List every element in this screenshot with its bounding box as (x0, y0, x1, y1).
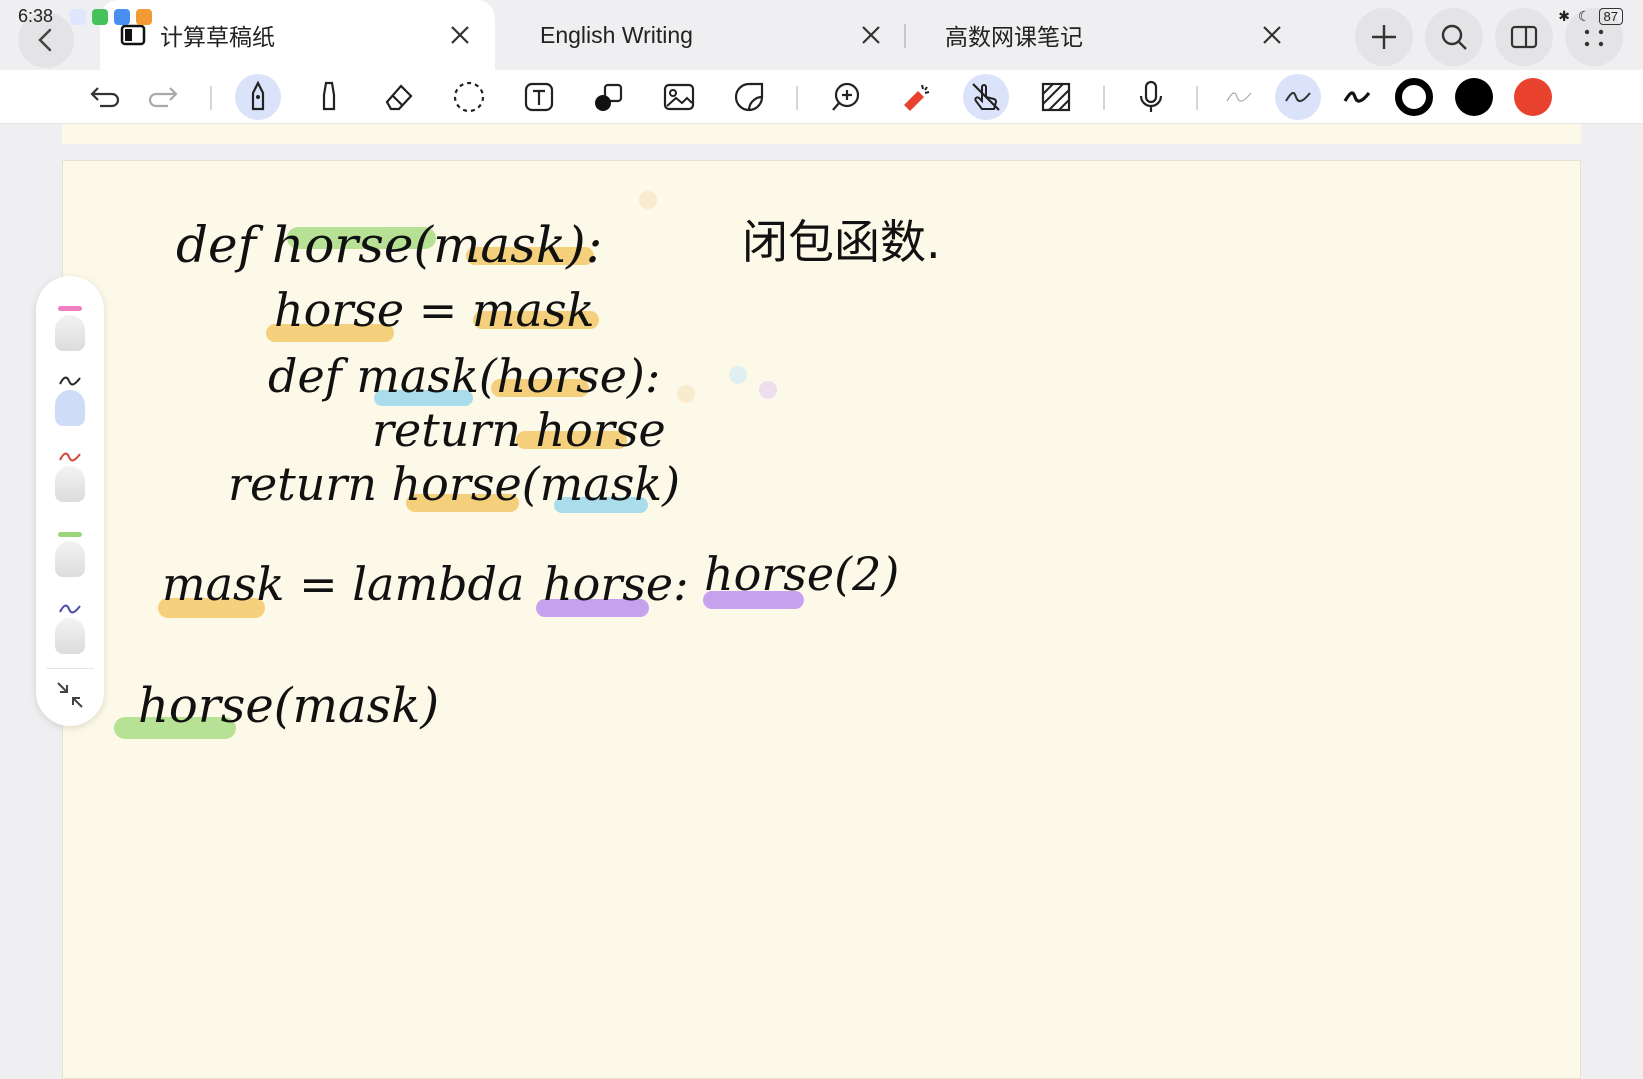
laser-pointer-icon (904, 84, 930, 111)
pen-icon (55, 618, 85, 654)
tab-label: 高数网课笔记 (945, 24, 1083, 50)
text-box-icon (524, 82, 554, 112)
toolbar-divider (796, 86, 798, 110)
hand-touch-icon (972, 83, 1000, 111)
image-icon (663, 83, 695, 111)
image-tool[interactable] (656, 74, 702, 120)
lasso-tool[interactable] (446, 74, 492, 120)
stroke-medium-icon (1285, 91, 1311, 103)
dock-divider (46, 668, 94, 669)
close-icon[interactable] (858, 22, 884, 48)
tab-label: English Writing (540, 21, 693, 48)
zoom-in-icon (832, 82, 860, 111)
tab-calculus-notes[interactable]: 高数网课笔记 (945, 0, 1285, 70)
toolbar-divider (1196, 86, 1198, 110)
notebook-icon (120, 24, 146, 46)
previous-page-edge (62, 124, 1581, 144)
highlighter-icon (55, 541, 85, 577)
zoom-tool[interactable] (823, 74, 869, 120)
eraser-tool[interactable] (376, 74, 422, 120)
stroke-thin[interactable] (1216, 74, 1262, 120)
stroke-sample-icon (59, 376, 81, 386)
undo-button[interactable] (82, 74, 128, 120)
toolbar-divider (210, 86, 212, 110)
pen-slot-purple-pen[interactable] (50, 604, 90, 658)
tab-divider (904, 24, 906, 48)
status-right: ✱ ☾ 87 (1558, 8, 1623, 25)
note-page[interactable] (62, 160, 1581, 1079)
play-icon (136, 9, 152, 25)
redo-icon (148, 87, 178, 108)
color-swatch-black[interactable] (1455, 78, 1493, 116)
pattern-icon (1041, 82, 1071, 112)
stroke-sample-icon (59, 452, 81, 462)
lasso-icon (453, 81, 485, 113)
collapse-dock-button[interactable] (55, 680, 85, 715)
moon-icon: ☾ (1577, 8, 1591, 24)
pen-icon (55, 466, 85, 502)
pattern-tool[interactable] (1033, 74, 1079, 120)
wechat-icon (92, 9, 108, 25)
pen-slot-pink-highlighter[interactable] (50, 306, 90, 360)
search-icon (1441, 24, 1467, 50)
chevron-left-icon (38, 28, 52, 52)
color-swatch-red[interactable] (1514, 78, 1552, 116)
pen-slot-green-highlighter[interactable] (50, 532, 90, 586)
undo-icon (90, 87, 120, 108)
pen-slot-black-pen[interactable] (50, 376, 90, 430)
status-app-icons (70, 9, 152, 25)
wifi-icon (114, 9, 130, 25)
record-audio-button[interactable] (1128, 74, 1174, 120)
toolbar-divider (1103, 86, 1105, 110)
pen-color-indicator (58, 306, 82, 311)
laser-pointer-tool[interactable] (893, 74, 939, 120)
tab-english-writing[interactable]: English Writing (540, 0, 880, 70)
touch-draw-toggle[interactable] (963, 74, 1009, 120)
shapes-tool[interactable] (586, 74, 632, 120)
search-button[interactable] (1425, 8, 1483, 66)
close-icon[interactable] (447, 22, 473, 48)
pen-icon (251, 81, 265, 111)
split-view-icon (1510, 25, 1538, 49)
close-icon[interactable] (1259, 22, 1285, 48)
status-time: 6:38 (18, 6, 54, 26)
sticker-tool[interactable] (726, 74, 772, 120)
tab-label: 计算草稿纸 (160, 24, 275, 50)
battery-indicator: 87 (1598, 8, 1623, 25)
shapes-icon (595, 83, 623, 111)
stroke-thin-icon (1226, 92, 1252, 102)
pen-icon (55, 390, 85, 426)
microphone-icon (1139, 80, 1163, 112)
more-dots-icon (1584, 29, 1604, 47)
highlighter-tool[interactable] (306, 74, 352, 120)
eraser-icon (385, 84, 413, 111)
bubble-icon (70, 9, 86, 25)
highlighter-icon (55, 315, 85, 351)
tab-scratch-paper[interactable]: 计算草稿纸 (100, 0, 495, 70)
bluetooth-icon: ✱ (1558, 8, 1570, 24)
stroke-thick-icon (1343, 91, 1371, 103)
plus-icon (1372, 25, 1396, 49)
pen-tool[interactable] (235, 74, 281, 120)
redo-button[interactable] (140, 74, 186, 120)
sticker-icon (734, 82, 764, 112)
stroke-medium[interactable] (1275, 74, 1321, 120)
text-box-tool[interactable] (516, 74, 562, 120)
stroke-thick[interactable] (1334, 74, 1380, 120)
highlighter-icon (322, 81, 336, 111)
stroke-sample-icon (59, 604, 81, 614)
pen-dock (36, 276, 104, 726)
pen-slot-red-pen[interactable] (50, 452, 90, 506)
tab-bar: 计算草稿纸 English Writing 高数网课笔记 (0, 0, 1643, 70)
split-view-button[interactable] (1495, 8, 1553, 66)
new-tab-button[interactable] (1355, 8, 1413, 66)
color-swatch-black-selected[interactable] (1395, 78, 1433, 116)
collapse-icon (57, 682, 83, 708)
pen-color-indicator (58, 532, 82, 537)
